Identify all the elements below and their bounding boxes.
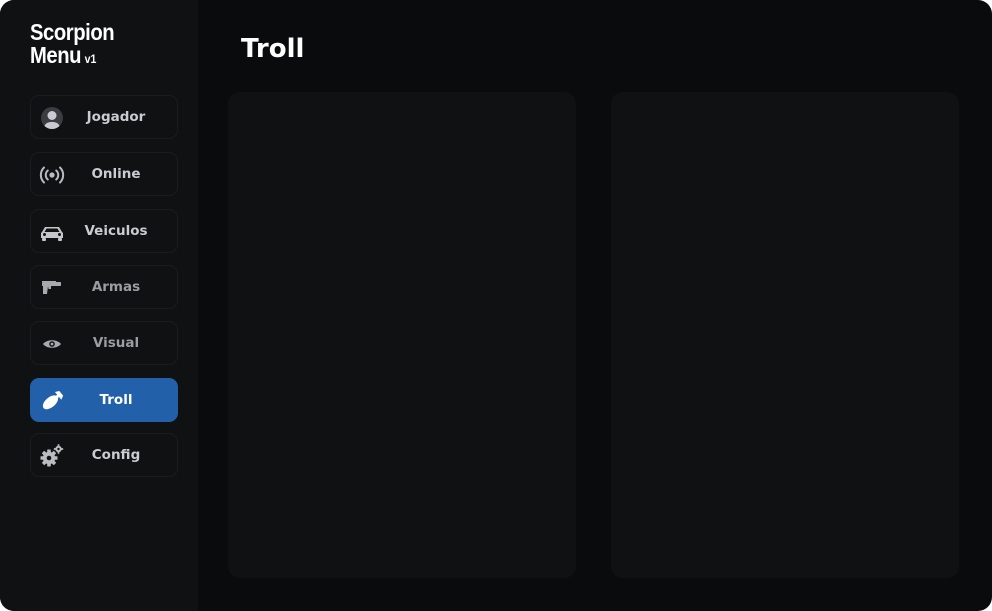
sidebar-item-label: Veiculos bbox=[84, 223, 148, 239]
sidebar-item-label: Jogador bbox=[86, 109, 146, 125]
sidebar-item-label: Armas bbox=[91, 279, 141, 295]
broadcast-icon bbox=[39, 162, 65, 188]
page-title: Troll bbox=[241, 34, 305, 64]
gears-icon bbox=[39, 443, 65, 469]
sidebar-item-label: Online bbox=[91, 166, 141, 182]
user-icon bbox=[39, 105, 65, 131]
sidebar-item-veiculos[interactable]: Veiculos bbox=[30, 209, 178, 253]
sidebar-item-armas[interactable]: Armas bbox=[30, 265, 178, 309]
brand-version: v1 bbox=[84, 52, 97, 66]
brand-name-line2: Menu v1 bbox=[30, 44, 114, 71]
brand-name-line1: Scorpion bbox=[30, 19, 115, 45]
content-panel-left bbox=[228, 92, 576, 578]
content-panel-right bbox=[611, 92, 959, 578]
sidebar-item-troll[interactable]: Troll bbox=[30, 378, 178, 422]
eye-icon bbox=[39, 331, 65, 357]
sidebar-item-label: Troll bbox=[99, 392, 133, 408]
brand-logo: Scorpion Menu v1 bbox=[30, 19, 115, 71]
sidebar-item-config[interactable]: Config bbox=[30, 433, 178, 477]
sidebar-item-online[interactable]: Online bbox=[30, 152, 178, 196]
sidebar: Scorpion Menu v1 Jogador Online Veiculos… bbox=[0, 0, 198, 611]
sidebar-item-label: Visual bbox=[92, 335, 140, 351]
app-window: Scorpion Menu v1 Jogador Online Veiculos… bbox=[0, 0, 992, 611]
car-icon bbox=[39, 219, 65, 245]
sidebar-item-jogador[interactable]: Jogador bbox=[30, 95, 178, 139]
brand-name-menu: Menu bbox=[30, 42, 82, 68]
sidebar-item-visual[interactable]: Visual bbox=[30, 321, 178, 365]
sidebar-item-label: Config bbox=[91, 447, 141, 463]
bomb-icon bbox=[39, 388, 65, 414]
gun-icon bbox=[39, 275, 65, 301]
